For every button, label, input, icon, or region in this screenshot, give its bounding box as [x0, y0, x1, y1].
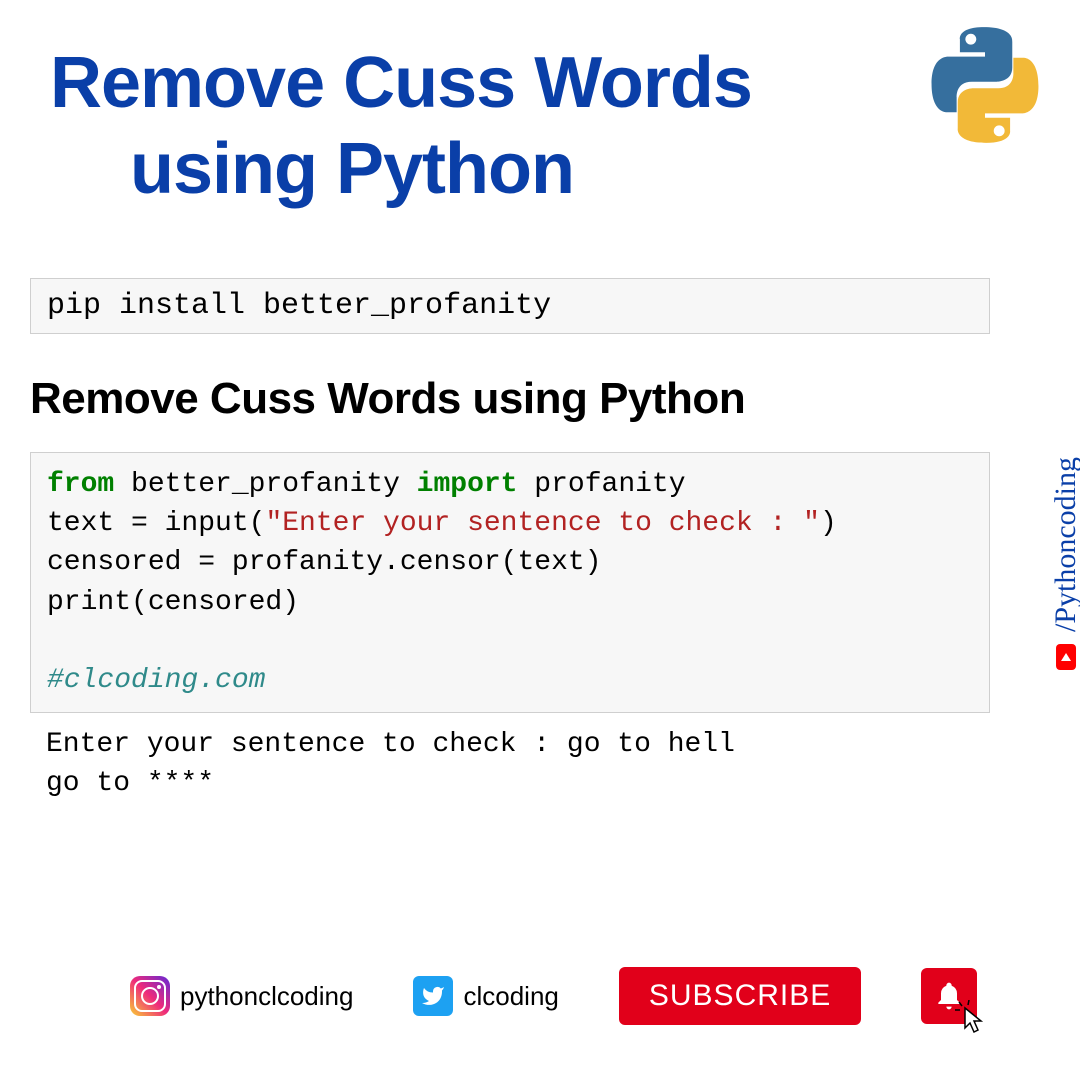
subscribe-label: SUBSCRIBE: [649, 979, 831, 1012]
twitter-icon: [413, 976, 453, 1016]
page-title: Remove Cuss Words using Python: [50, 40, 910, 213]
cursor-click-icon: [953, 1000, 993, 1040]
twitter-handle: clcoding: [463, 981, 558, 1012]
code-line-2a: text = input(: [47, 508, 265, 539]
notification-bell-button[interactable]: [921, 968, 977, 1024]
youtube-handle-text: /Pythoncoding: [1049, 457, 1080, 632]
youtube-icon: [1056, 644, 1076, 670]
content-area: pip install better_profanity Remove Cuss…: [30, 278, 990, 804]
code-line-3: censored = profanity.censor(text): [47, 547, 602, 578]
code-import-name: profanity: [518, 469, 686, 500]
install-command-box: pip install better_profanity: [30, 278, 990, 334]
output-line-1: Enter your sentence to check : go to hel…: [46, 729, 735, 760]
output-line-2: go to ****: [46, 768, 214, 799]
code-string: "Enter your sentence to check : ": [265, 508, 820, 539]
instagram-link[interactable]: pythonclcoding: [130, 976, 353, 1016]
code-line-2b: ): [820, 508, 837, 539]
subscribe-button[interactable]: SUBSCRIBE: [619, 967, 861, 1025]
code-keyword-import: import: [417, 469, 518, 500]
code-keyword-from: from: [47, 469, 114, 500]
footer-area: pythonclcoding clcoding SUBSCRIBE: [130, 967, 1050, 1025]
title-line-1: Remove Cuss Words: [50, 43, 752, 123]
twitter-link[interactable]: clcoding: [413, 976, 558, 1016]
instagram-icon: [130, 976, 170, 1016]
code-comment: #clcoding.com: [47, 665, 265, 696]
code-module: better_profanity: [114, 469, 416, 500]
code-block: from better_profanity import profanity t…: [30, 452, 990, 713]
code-line-4: print(censored): [47, 587, 299, 618]
output-block: Enter your sentence to check : go to hel…: [30, 725, 990, 803]
title-line-2: using Python: [50, 126, 574, 212]
instagram-handle: pythonclcoding: [180, 981, 353, 1012]
install-command-text: pip install better_profanity: [47, 289, 551, 323]
header-area: Remove Cuss Words using Python: [50, 40, 910, 213]
python-logo-icon: [925, 25, 1045, 145]
content-subheading: Remove Cuss Words using Python: [30, 374, 990, 424]
side-youtube-handle[interactable]: /Pythoncoding: [1049, 457, 1080, 670]
